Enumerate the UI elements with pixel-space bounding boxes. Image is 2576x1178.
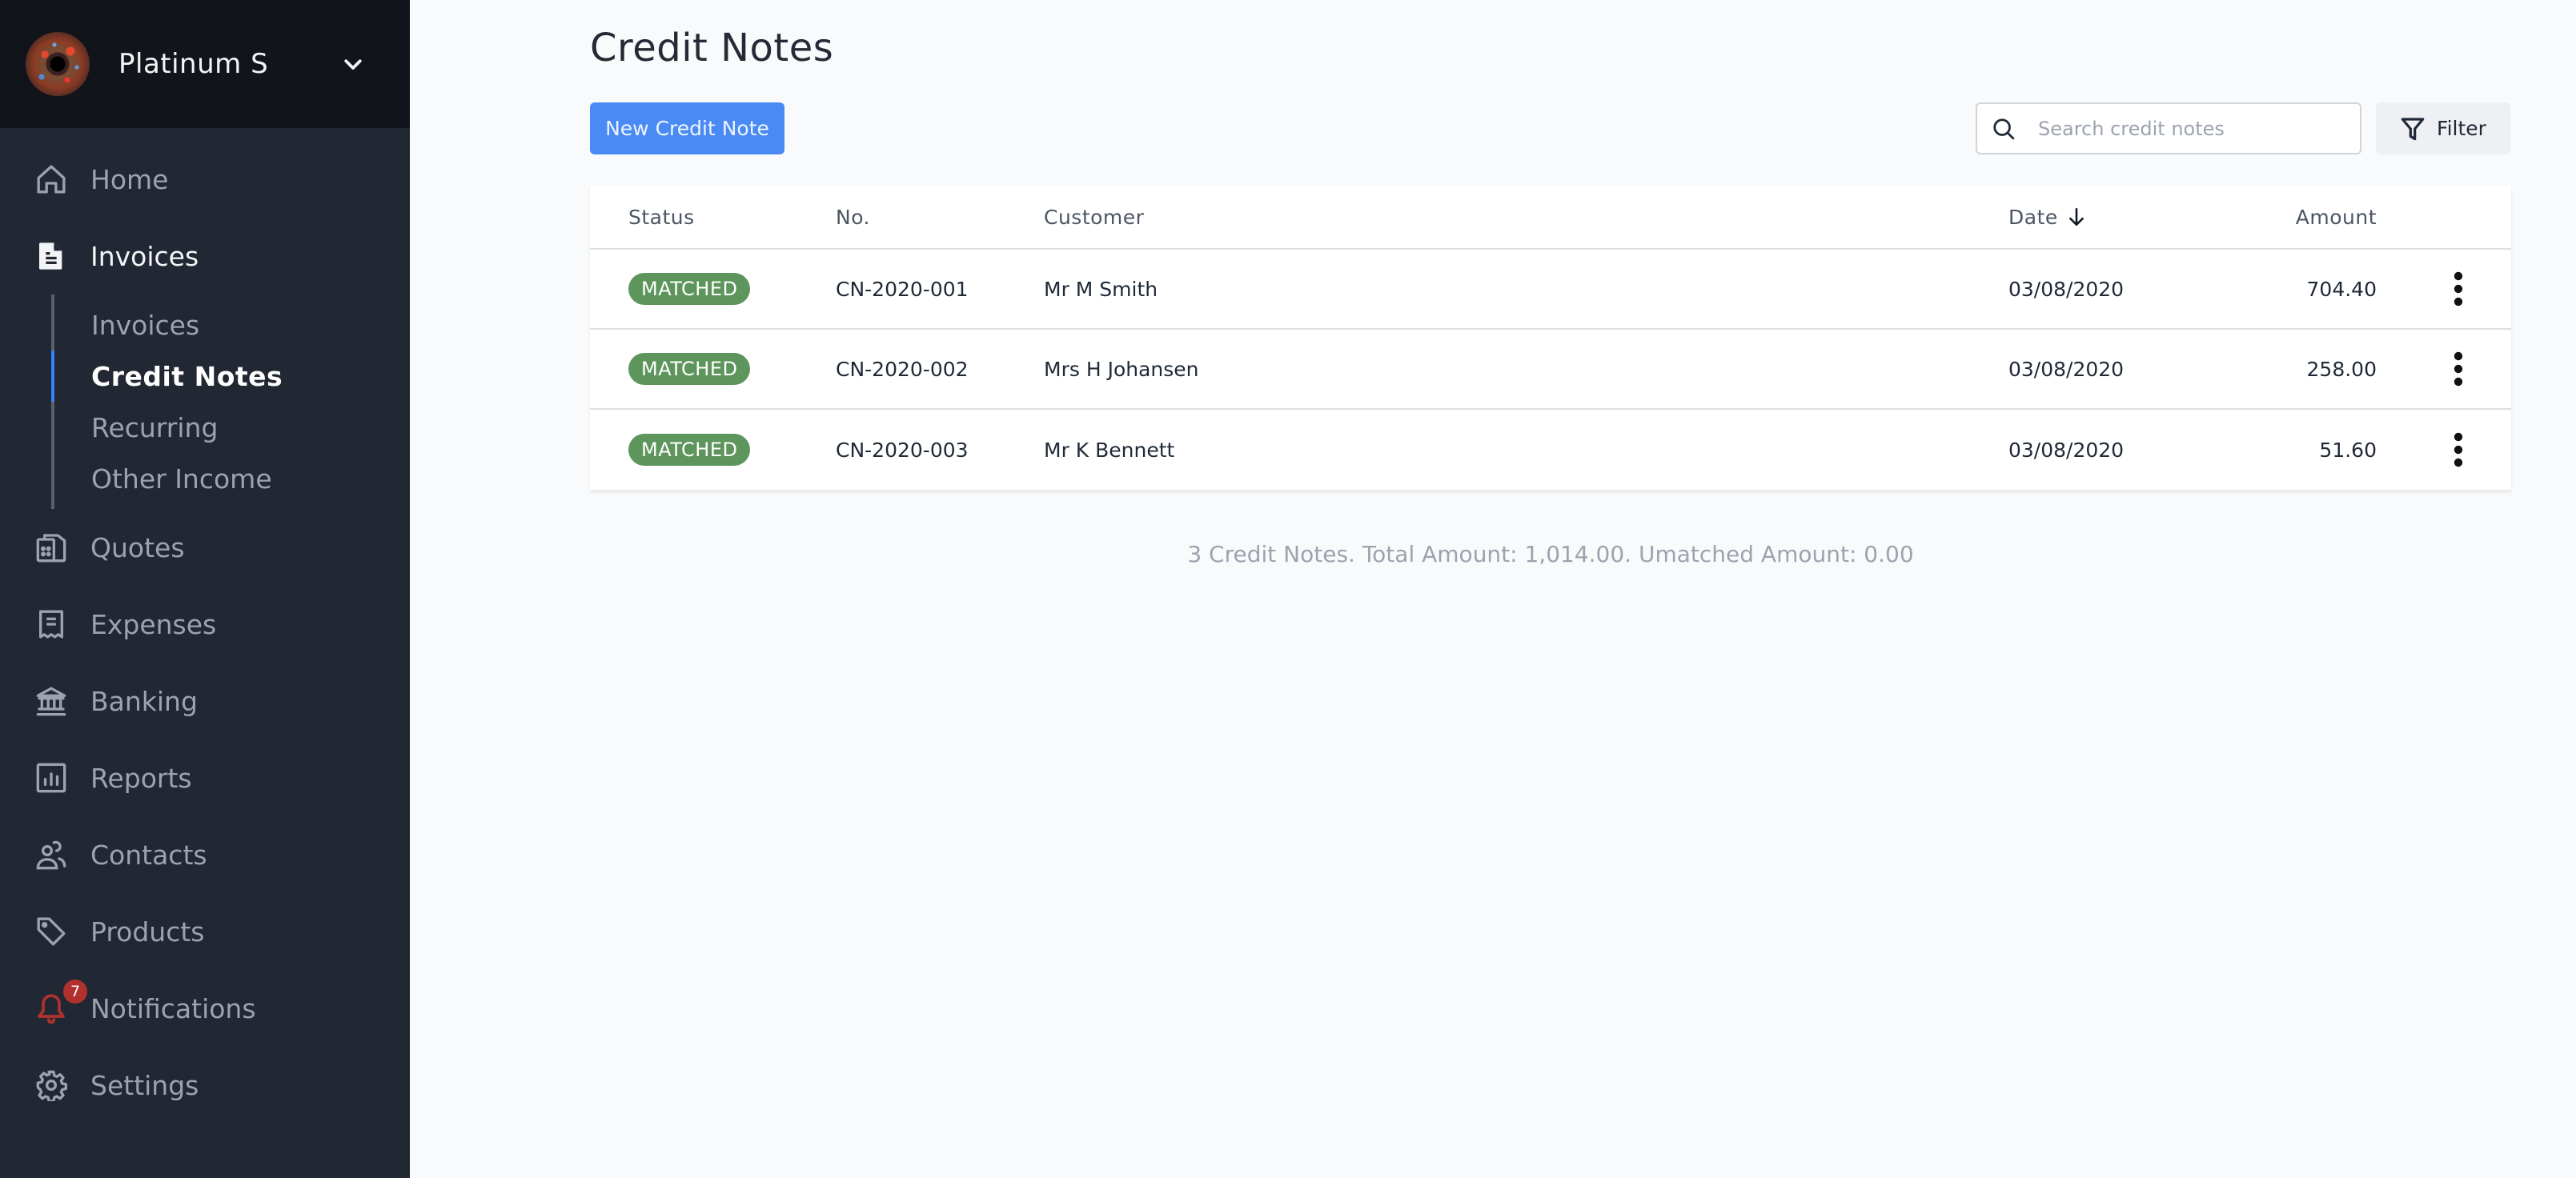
filter-button-label: Filter	[2437, 117, 2486, 140]
nav-label: Home	[90, 163, 169, 195]
nav-item-products[interactable]: Products	[0, 893, 410, 970]
column-header-amount[interactable]: Amount	[2296, 206, 2377, 229]
column-header-date[interactable]: Date	[2008, 206, 2087, 229]
main-navigation: Home Invoices Invoices Credit Notes Recu…	[0, 141, 410, 1124]
nav-item-reports[interactable]: Reports	[0, 739, 410, 816]
nav-item-home[interactable]: Home	[0, 141, 410, 218]
organization-name: Platinum S	[118, 48, 269, 80]
nav-item-banking[interactable]: Banking	[0, 663, 410, 739]
nav-item-contacts[interactable]: Contacts	[0, 816, 410, 893]
column-header-customer[interactable]: Customer	[1044, 206, 1144, 229]
subnav-item-credit-notes[interactable]: Credit Notes	[51, 351, 410, 402]
credit-note-amount: 51.60	[2319, 438, 2377, 462]
subnav-item-recurring[interactable]: Recurring	[54, 402, 410, 453]
status-badge: MATCHED	[628, 353, 751, 385]
status-badge: MATCHED	[628, 434, 751, 466]
table-row[interactable]: MATCHED CN-2020-001 Mr M Smith 03/08/202…	[590, 250, 2511, 330]
credit-note-number: CN-2020-003	[836, 438, 969, 462]
nav-label: Contacts	[90, 839, 207, 871]
column-header-status[interactable]: Status	[628, 206, 695, 229]
nav-label: Settings	[90, 1069, 199, 1101]
credit-note-date: 03/08/2020	[2008, 438, 2125, 462]
quotes-icon	[36, 534, 66, 563]
customer-name: Mr K Bennett	[1044, 438, 1175, 462]
nav-item-invoices[interactable]: Invoices	[0, 218, 410, 294]
credit-note-number: CN-2020-001	[836, 277, 969, 301]
nav-label: Expenses	[90, 608, 217, 640]
new-credit-note-button[interactable]: New Credit Note	[590, 102, 784, 154]
sidebar: Platinum S Home Invoices Invoices Credit…	[0, 0, 410, 1178]
credit-note-date: 03/08/2020	[2008, 357, 2125, 381]
more-vertical-icon[interactable]	[2447, 270, 2470, 308]
bell-icon	[38, 994, 65, 1024]
credit-note-amount: 258.00	[2306, 357, 2377, 381]
filter-button[interactable]: Filter	[2376, 102, 2510, 154]
nav-item-settings[interactable]: Settings	[0, 1047, 410, 1124]
chart-bar-icon	[36, 763, 66, 793]
nav-label: Reports	[90, 762, 192, 794]
nav-label: Banking	[90, 685, 198, 717]
organization-switcher[interactable]: Platinum S	[0, 0, 410, 128]
subnav-item-other-income[interactable]: Other Income	[54, 453, 410, 504]
column-header-no[interactable]: No.	[836, 206, 870, 229]
nav-item-notifications[interactable]: 7 Notifications	[0, 970, 410, 1047]
table-header: Status No. Customer Date Amount	[590, 186, 2511, 250]
subnav-item-invoices[interactable]: Invoices	[54, 299, 410, 351]
arrow-down-icon	[2068, 207, 2084, 226]
filter-icon	[2401, 117, 2425, 140]
nav-label: Notifications	[90, 992, 256, 1024]
more-vertical-icon[interactable]	[2447, 431, 2470, 469]
gear-icon	[36, 1070, 67, 1101]
credit-notes-table: Status No. Customer Date Amount MATCHED …	[590, 186, 2511, 490]
receipt-icon	[39, 610, 64, 639]
customer-name: Mrs H Johansen	[1044, 357, 1199, 381]
notification-count-badge: 7	[63, 980, 87, 1004]
nav-label: Invoices	[90, 240, 199, 272]
table-summary: 3 Credit Notes. Total Amount: 1,014.00. …	[1187, 541, 1914, 567]
users-icon	[36, 840, 66, 870]
credit-note-date: 03/08/2020	[2008, 277, 2125, 301]
organization-avatar	[26, 32, 90, 96]
column-header-date-label: Date	[2008, 205, 2058, 229]
more-vertical-icon[interactable]	[2447, 350, 2470, 388]
main-content: Credit Notes New Credit Note Filter Stat…	[410, 0, 2576, 1178]
search-icon	[1993, 118, 2015, 139]
home-icon	[37, 165, 66, 194]
bank-icon	[36, 687, 66, 716]
page-title: Credit Notes	[590, 26, 834, 70]
nav-label: Products	[90, 916, 205, 948]
customer-name: Mr M Smith	[1044, 277, 1158, 301]
search-input[interactable]	[2038, 117, 2342, 140]
search-field[interactable]	[1976, 102, 2361, 154]
nav-item-quotes[interactable]: Quotes	[0, 509, 410, 586]
nav-item-expenses[interactable]: Expenses	[0, 586, 410, 663]
status-badge: MATCHED	[628, 273, 751, 305]
invoices-subnav: Invoices Credit Notes Recurring Other In…	[51, 294, 410, 509]
table-row[interactable]: MATCHED CN-2020-002 Mrs H Johansen 03/08…	[590, 330, 2511, 410]
credit-note-number: CN-2020-002	[836, 357, 969, 381]
chevron-down-icon[interactable]	[341, 52, 365, 76]
table-row[interactable]: MATCHED CN-2020-003 Mr K Bennett 03/08/2…	[590, 410, 2511, 490]
nav-label: Quotes	[90, 531, 185, 563]
document-icon	[39, 242, 62, 270]
tag-icon	[37, 917, 66, 946]
credit-note-amount: 704.40	[2306, 277, 2377, 301]
